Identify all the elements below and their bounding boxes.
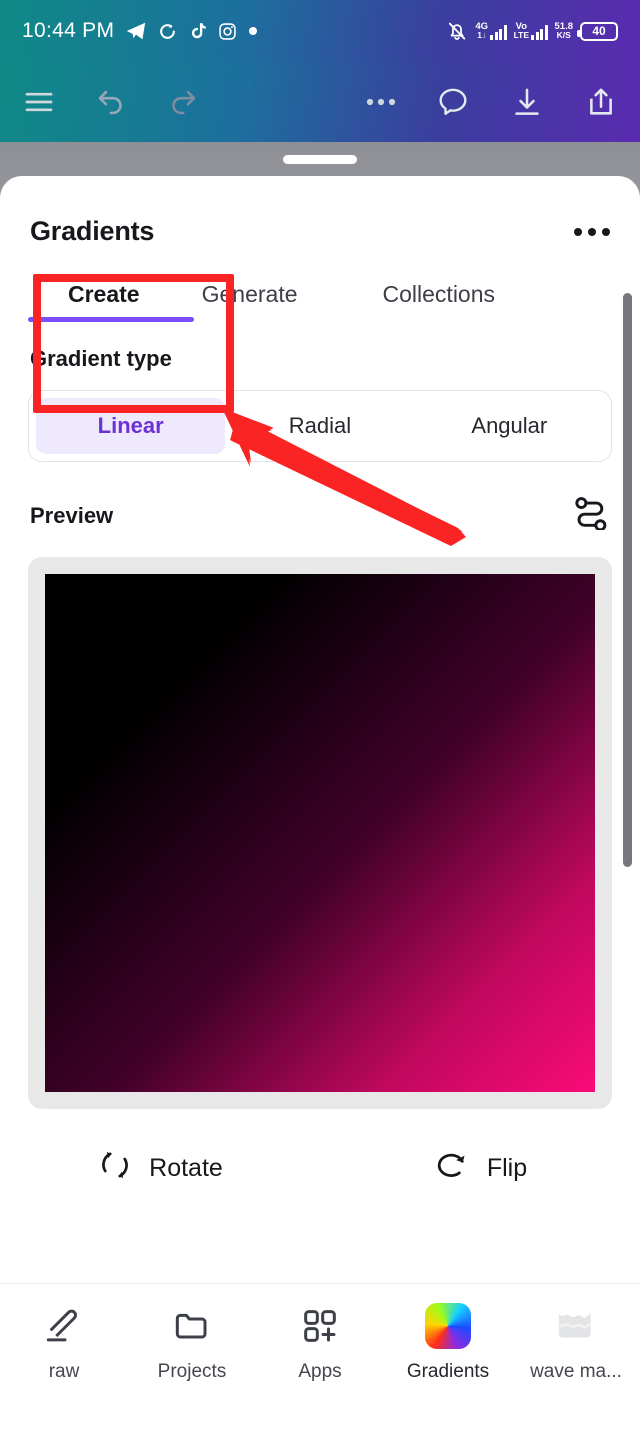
bell-muted-icon	[446, 20, 468, 42]
nav-label-draw: raw	[48, 1361, 80, 1382]
redo-icon[interactable]	[166, 85, 200, 119]
nav-label-projects: Projects	[157, 1361, 227, 1382]
sheet-scrollbar[interactable]	[623, 293, 632, 867]
more-options-icon[interactable]	[574, 227, 610, 236]
annotation-highlight-box	[33, 274, 234, 413]
status-bar-right: 4G 1↓ Vo LTE 51.8 K/S 40	[446, 20, 618, 42]
share-icon[interactable]	[584, 85, 618, 119]
flip-icon	[433, 1147, 471, 1190]
apps-grid-icon	[300, 1304, 340, 1348]
preview-header: Preview	[0, 496, 640, 535]
nav-item-projects[interactable]: Projects	[128, 1304, 256, 1383]
more-horizontal-icon[interactable]	[366, 97, 396, 107]
wave-icon	[555, 1304, 597, 1348]
telegram-icon	[125, 20, 147, 42]
signal-bars-2	[531, 25, 548, 40]
gradient-preview-canvas[interactable]	[45, 574, 595, 1092]
network-volte-sub: LTE	[513, 30, 529, 40]
sheet-header: Gradients	[0, 176, 640, 247]
action-row: Rotate Flip	[0, 1147, 640, 1190]
tiktok-icon	[188, 21, 207, 41]
network-4g-sub: 1↓	[477, 30, 487, 40]
rotate-button[interactable]: Rotate	[0, 1147, 320, 1190]
instagram-icon	[218, 22, 237, 41]
rotate-icon	[97, 1147, 133, 1190]
gradient-preview-frame	[28, 557, 612, 1109]
download-icon[interactable]	[510, 85, 544, 119]
nav-item-gradients[interactable]: Gradients	[384, 1303, 512, 1383]
segment-radial[interactable]: Radial	[225, 398, 414, 454]
undo-icon[interactable]	[94, 85, 128, 119]
nav-item-apps[interactable]: Apps	[256, 1304, 384, 1383]
draw-pen-icon	[44, 1304, 84, 1348]
network-4g-indicator: 4G 1↓	[475, 22, 507, 40]
color-wheel-icon	[425, 1303, 471, 1349]
signal-bars-1	[490, 25, 507, 40]
bottom-navigation: raw Projects Apps Gradients wave ma...	[0, 1283, 640, 1433]
status-bar-left: 10:44 PM	[22, 19, 258, 43]
nav-label-gradients: Gradients	[406, 1361, 490, 1382]
status-bar: 10:44 PM 4G 1↓ Vo LTE 51.8 K/S 40	[0, 0, 640, 62]
nav-label-apps: Apps	[298, 1361, 342, 1382]
tab-collections[interactable]: Collections	[383, 281, 496, 322]
sheet-drag-handle[interactable]	[283, 155, 357, 164]
flip-label: Flip	[486, 1154, 528, 1182]
nav-item-draw[interactable]: raw	[0, 1304, 128, 1383]
network-speed-unit: K/S	[556, 30, 571, 40]
nav-label-wave: wave ma...	[530, 1361, 622, 1382]
hamburger-menu-icon[interactable]	[22, 85, 56, 119]
folder-icon	[172, 1304, 212, 1348]
segment-angular[interactable]: Angular	[415, 398, 604, 454]
network-speed: 51.8 K/S	[555, 22, 574, 40]
network-volte-indicator: Vo LTE	[514, 22, 548, 40]
nav-item-wave[interactable]: wave ma...	[512, 1304, 640, 1383]
nodes-path-icon[interactable]	[572, 496, 610, 535]
sync-icon	[158, 22, 177, 41]
status-time: 10:44 PM	[22, 19, 115, 42]
preview-label: Preview	[30, 502, 114, 528]
rotate-label: Rotate	[149, 1154, 223, 1182]
comment-icon[interactable]	[436, 85, 470, 119]
flip-button[interactable]: Flip	[320, 1147, 640, 1190]
page-title: Gradients	[30, 216, 155, 246]
app-toolbar	[0, 62, 640, 142]
dot-icon	[248, 26, 258, 36]
battery-indicator: 40	[577, 21, 618, 41]
